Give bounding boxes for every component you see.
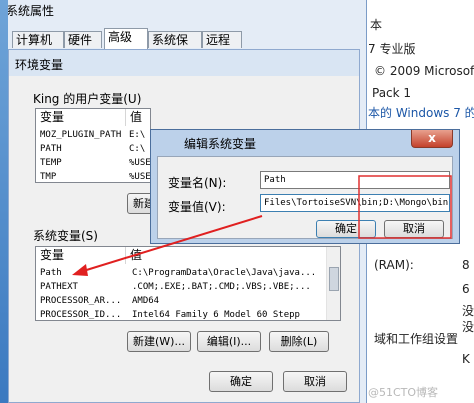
arrow-line bbox=[79, 215, 263, 273]
arrow-head-icon bbox=[72, 264, 88, 276]
annotation-overlay bbox=[72, 175, 452, 276]
highlight-box bbox=[358, 175, 452, 239]
